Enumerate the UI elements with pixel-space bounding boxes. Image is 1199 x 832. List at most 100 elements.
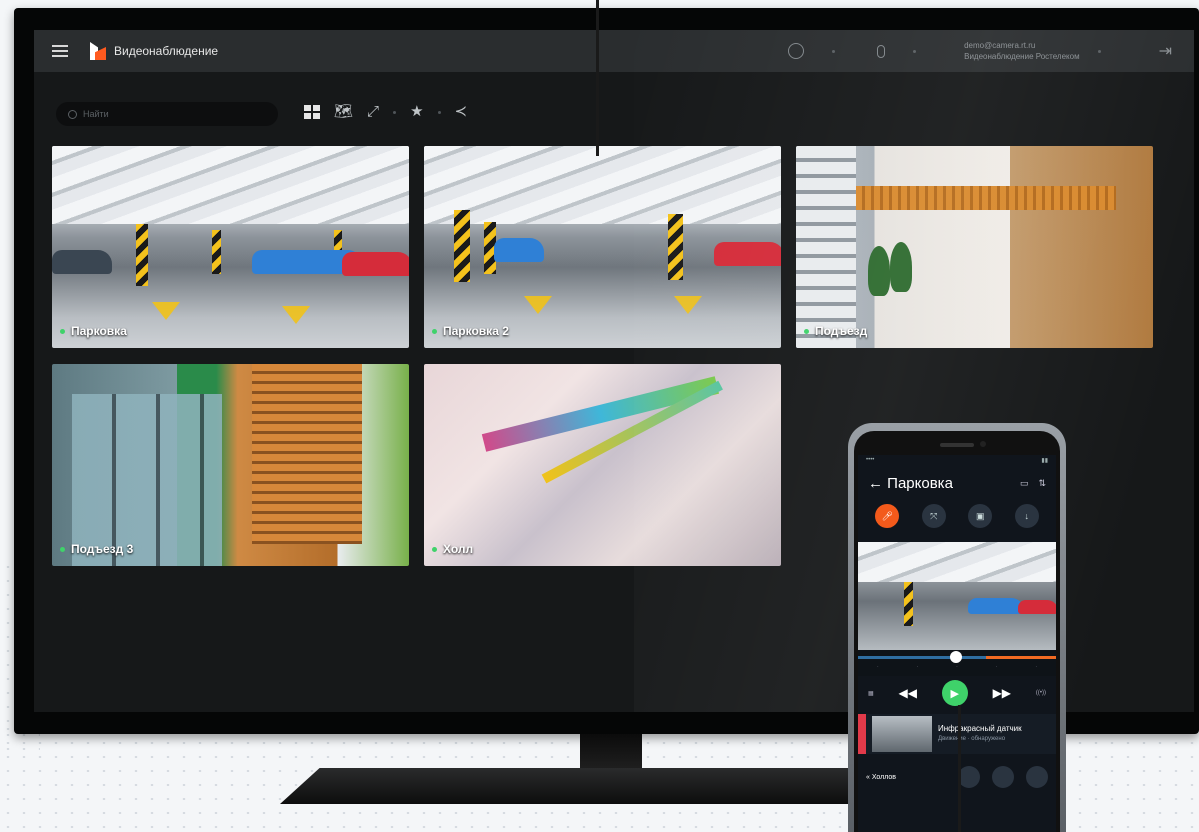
- event-subtitle: Движение · обнаружено: [938, 736, 1006, 742]
- separator-dot: [832, 49, 836, 53]
- camera-label: Парковка: [60, 324, 127, 338]
- video-frame: [890, 242, 912, 292]
- map-icon[interactable]: 🗺︎: [334, 104, 353, 120]
- phone-speaker: [940, 443, 974, 447]
- event-text: Инфракрасный датчик Движение · обнаружен…: [938, 724, 1022, 744]
- search-input[interactable]: Найти: [56, 102, 278, 126]
- event-thumbnail: [872, 716, 932, 752]
- user-info[interactable]: demo@camera.rt.ru Видеонаблюдение Ростел…: [964, 40, 1079, 62]
- camera-label: Подъезд 3: [60, 542, 133, 556]
- playback-controls: ▦ ◀◀ ▶ ▶▶ ((•)): [858, 676, 1056, 710]
- video-frame: [212, 230, 221, 274]
- camera-tile-entrance[interactable]: Подъезд: [796, 146, 1153, 348]
- phone-camera: [980, 441, 986, 447]
- camera-tile-hall[interactable]: Холл: [424, 364, 781, 566]
- timeline-scrubber[interactable]: [950, 651, 962, 663]
- callout-line-bottom: [958, 705, 961, 832]
- phone-body: •••• ▮▮ ← Парковка ▭ ⇅ 🎤︎ ⤧ ▣ ↓ · · · · …: [854, 431, 1060, 832]
- phone-footer: « Холлов: [858, 758, 1056, 796]
- video-frame: [282, 306, 310, 324]
- tick: ·: [876, 664, 879, 670]
- phone-header: ← Парковка ▭ ⇅: [858, 471, 1056, 496]
- video-frame: [152, 302, 180, 320]
- callout-line-top: [596, 0, 599, 156]
- microphone-icon[interactable]: [877, 44, 886, 58]
- search-placeholder: Найти: [83, 109, 109, 119]
- video-frame: [494, 238, 544, 262]
- cast-icon[interactable]: ▭: [1020, 478, 1029, 489]
- timeline[interactable]: · · · · ·: [858, 650, 1056, 676]
- fullscreen-icon[interactable]: ⤢: [367, 104, 379, 120]
- star-icon[interactable]: ★: [410, 104, 423, 120]
- tick: ·: [956, 664, 958, 670]
- globe-icon[interactable]: [788, 43, 805, 59]
- video-frame: [868, 246, 890, 296]
- record-icon[interactable]: [958, 766, 980, 788]
- video-frame: [454, 210, 470, 282]
- grid-icon[interactable]: [304, 105, 320, 119]
- user-email: demo@camera.rt.ru: [964, 41, 1036, 50]
- settings-icon[interactable]: ⇅: [1038, 478, 1046, 489]
- zoom-button[interactable]: ⤧: [921, 504, 946, 528]
- video-frame: [668, 214, 683, 280]
- camera-tile-parking-2[interactable]: Парковка 2: [424, 146, 781, 348]
- video-frame: [52, 250, 112, 274]
- separator-dot: [1097, 49, 1101, 53]
- status-bar: •••• ▮▮: [858, 455, 1056, 471]
- rostelecom-logo-icon: [90, 42, 106, 60]
- video-frame: [856, 186, 1116, 210]
- gallery-icon[interactable]: [992, 766, 1014, 788]
- video-frame: [424, 146, 781, 224]
- video-frame: [524, 296, 552, 314]
- video-frame: [674, 296, 702, 314]
- event-list-item[interactable]: Инфракрасный датчик Движение · обнаружен…: [858, 714, 1056, 754]
- video-frame: [796, 146, 856, 348]
- forward-icon[interactable]: ▶▶: [993, 686, 1011, 700]
- share-icon[interactable]: ≺: [455, 104, 468, 120]
- microphone-button[interactable]: 🎤︎: [875, 504, 900, 528]
- screenshot-button[interactable]: ▣: [968, 504, 993, 528]
- video-frame: [136, 224, 148, 286]
- phone-action-buttons: 🎤︎ ⤧ ▣ ↓: [858, 496, 1056, 536]
- phone-header-actions: ▭ ⇅: [1020, 478, 1046, 489]
- separator-dot: [393, 110, 397, 114]
- separator-dot: [913, 49, 917, 53]
- separator-dot: [437, 110, 441, 114]
- phone-video[interactable]: [858, 542, 1056, 650]
- rewind-icon[interactable]: ◀◀: [898, 686, 916, 700]
- footer-label[interactable]: « Холлов: [866, 774, 896, 781]
- video-frame: [968, 598, 1024, 614]
- video-frame: [342, 252, 409, 276]
- camera-tile-parking[interactable]: Парковка: [52, 146, 409, 348]
- tick: ·: [1035, 664, 1037, 670]
- video-frame: [252, 364, 362, 544]
- tick: ·: [995, 664, 998, 670]
- video-frame: [72, 394, 222, 566]
- search-icon: [68, 109, 77, 119]
- video-frame: [904, 582, 913, 626]
- logout-icon[interactable]: ⇥: [1159, 41, 1172, 61]
- user-org: Видеонаблюдение Ростелеком: [964, 52, 1080, 61]
- event-title: Инфракрасный датчик: [938, 724, 1022, 733]
- event-marker: [858, 714, 866, 754]
- live-icon[interactable]: ((•)): [1036, 690, 1046, 696]
- video-frame: [481, 376, 720, 452]
- phone-title[interactable]: ← Парковка: [868, 475, 953, 492]
- play-button[interactable]: ▶: [941, 680, 968, 706]
- close-icon[interactable]: [1026, 766, 1048, 788]
- video-frame: [1018, 600, 1056, 614]
- calendar-icon[interactable]: ▦: [868, 690, 874, 697]
- view-toolbar: 🗺︎ ⤢ ★ ≺: [304, 104, 467, 120]
- tick: ·: [916, 664, 919, 670]
- status-right: ▮▮: [1041, 458, 1048, 464]
- camera-tile-entrance-3[interactable]: Подъезд 3: [52, 364, 409, 566]
- camera-label: Парковка 2: [432, 324, 509, 338]
- top-bar: Видеонаблюдение demo@camera.rt.ru Видеон…: [34, 30, 1194, 72]
- timeline-ticks: · · · · ·: [858, 664, 1056, 670]
- camera-label: Подъезд: [804, 324, 867, 338]
- menu-icon[interactable]: [52, 45, 68, 57]
- video-frame: [858, 542, 1056, 582]
- tv-stand-base: [280, 768, 940, 804]
- download-button[interactable]: ↓: [1014, 504, 1039, 528]
- camera-label: Холл: [432, 542, 473, 556]
